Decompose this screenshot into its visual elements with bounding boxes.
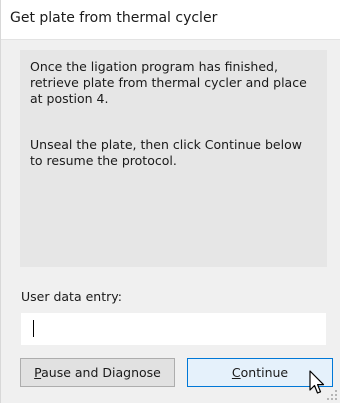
mouse-pointer-icon (309, 370, 325, 394)
dialog-title: Get plate from thermal cycler (10, 10, 218, 26)
text-caret (33, 320, 34, 337)
user-data-entry-input[interactable] (21, 313, 326, 345)
dialog-window: Get plate from thermal cycler Once the l… (0, 0, 340, 403)
continue-instruction-text: Unseal the plate, then click Continue be… (30, 137, 302, 168)
pause-and-diagnose-button[interactable]: Pause and Diagnose (20, 358, 175, 387)
message-panel: Once the ligation program has finished, … (20, 50, 327, 267)
instruction-text: Once the ligation program has finished, … (30, 59, 307, 106)
resize-grip-icon[interactable] (326, 389, 338, 401)
user-data-entry-label: User data entry: (21, 289, 122, 304)
title-bar[interactable]: Get plate from thermal cycler (1, 0, 340, 40)
